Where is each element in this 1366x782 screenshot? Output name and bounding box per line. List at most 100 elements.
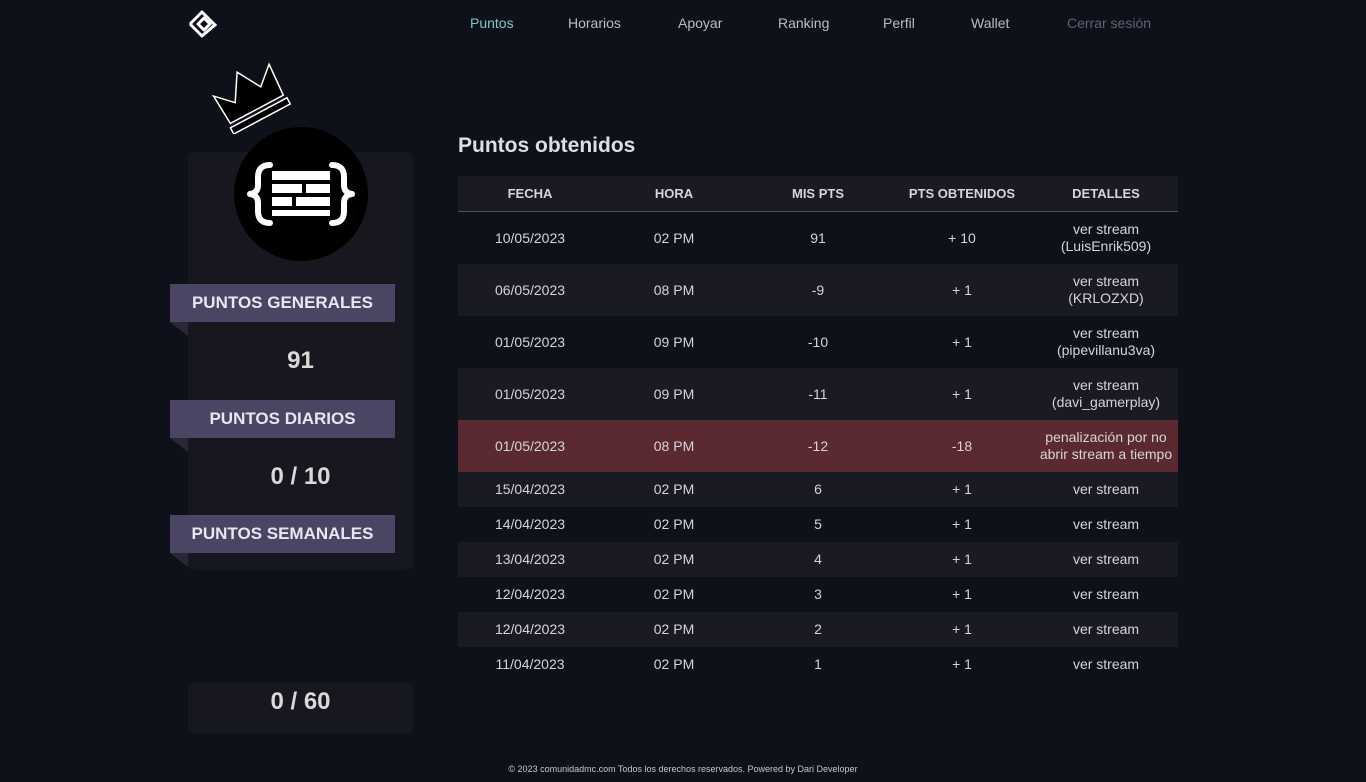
cell-fecha: 10/05/2023 [494, 229, 566, 246]
cell-detalles: ver stream [1034, 481, 1178, 498]
crown-icon [212, 62, 292, 134]
general-points-value: 91 [287, 347, 314, 374]
daily-points-label-text: PUNTOS DIARIOS [209, 409, 356, 428]
cell-mis-pts: 3 [814, 586, 822, 602]
cell-mis-pts: 5 [814, 516, 822, 532]
cell-detalles: ver stream [1034, 656, 1178, 673]
detalles-line: ver stream [1072, 621, 1140, 637]
table-row: 15/04/2023 02 PM 6 + 1 ver stream [458, 472, 1178, 507]
table-row: 01/05/2023 09 PM -11 + 1 ver stream (davi_gam… [458, 368, 1178, 420]
detalles-line: (KRLOZXD) [1068, 290, 1144, 306]
cell-pts-obtenidos: + 10 [948, 229, 976, 246]
cell-mis-pts: -12 [807, 437, 829, 454]
detalles-line: abrir stream a tiempo [1039, 446, 1173, 462]
nav-ranking-link[interactable]: Ranking [778, 15, 829, 31]
daily-points-label: PUNTOS DIARIOS [170, 400, 395, 452]
cell-mis-pts: -10 [807, 333, 829, 350]
cell-hora: 09 PM [653, 333, 695, 350]
header-fecha: FECHA [507, 186, 553, 201]
cell-detalles: ver stream [1034, 621, 1178, 638]
table-row: 10/05/2023 02 PM 91 + 10 ver stream (LuisEnri… [458, 212, 1178, 264]
cell-mis-pts: 4 [814, 551, 822, 567]
cell-hora: 02 PM [653, 586, 695, 602]
cell-mis-pts: 2 [814, 621, 822, 637]
table-body: 10/05/2023 02 PM 91 + 10 ver stream (LuisEnri… [458, 212, 1178, 682]
nav-horarios-link[interactable]: Horarios [568, 15, 621, 31]
cell-detalles: ver stream (pipevillanu3va) [1034, 325, 1178, 359]
cell-mis-pts: 91 [810, 229, 826, 246]
cell-pts-obtenidos: + 1 [952, 281, 972, 298]
nav-apoyar-link[interactable]: Apoyar [678, 15, 722, 31]
detalles-line: ver stream [1072, 221, 1140, 237]
detalles-line: ver stream [1072, 273, 1140, 289]
cell-hora: 08 PM [653, 281, 695, 298]
detalles-line: ver stream [1072, 377, 1140, 393]
cell-pts-obtenidos: + 1 [952, 621, 972, 637]
cell-detalles: ver stream (LuisEnrik509) [1034, 221, 1178, 255]
cell-mis-pts: 6 [814, 481, 822, 497]
cell-detalles: ver stream (davi_gamerplay) [1034, 377, 1178, 411]
cell-pts-obtenidos: + 1 [952, 481, 972, 497]
table-row: 12/04/2023 02 PM 2 + 1 ver stream [458, 612, 1178, 647]
ribbon-fold [170, 553, 188, 567]
detalles-line: (LuisEnrik509) [1060, 238, 1152, 254]
cell-fecha: 15/04/2023 [494, 481, 566, 497]
table-header: FECHA HORA MIS PTS PTS OBTENIDOS DETALLE… [458, 176, 1178, 212]
cell-detalles: ver stream [1034, 586, 1178, 603]
weekly-points-label: PUNTOS SEMANALES [170, 515, 395, 567]
detalles-line: ver stream [1072, 325, 1140, 341]
table-row: 06/05/2023 08 PM -9 + 1 ver stream (KRLOZXD) [458, 264, 1178, 316]
cell-fecha: 01/05/2023 [494, 333, 566, 350]
cell-hora: 02 PM [653, 481, 695, 497]
weekly-points-label-text: PUNTOS SEMANALES [191, 524, 374, 543]
cell-hora: 02 PM [653, 656, 695, 672]
cell-fecha: 12/04/2023 [494, 621, 566, 637]
cell-fecha: 01/05/2023 [494, 437, 566, 454]
cell-hora: 02 PM [653, 229, 695, 246]
detalles-line: (davi_gamerplay) [1051, 394, 1161, 410]
cell-pts-obtenidos: + 1 [952, 586, 972, 602]
main-nav: Puntos Horarios Apoyar Ranking Perfil Wa… [0, 15, 1366, 35]
detalles-line: ver stream [1072, 586, 1140, 602]
cell-hora: 08 PM [653, 437, 695, 454]
cell-detalles: ver stream [1034, 516, 1178, 533]
cell-fecha: 14/04/2023 [494, 516, 566, 532]
general-points-label: PUNTOS GENERALES [170, 284, 395, 336]
nav-wallet-link[interactable]: Wallet [971, 15, 1009, 31]
cell-mis-pts: 1 [814, 656, 822, 672]
cell-mis-pts: -9 [811, 281, 825, 298]
cell-fecha: 12/04/2023 [494, 586, 566, 602]
cell-pts-obtenidos: + 1 [952, 551, 972, 567]
header-detalles: DETALLES [1072, 186, 1140, 201]
cell-hora: 02 PM [653, 516, 695, 532]
footer: © 2023 comunidadmc.com Todos los derecho… [508, 764, 858, 774]
table-row: 13/04/2023 02 PM 4 + 1 ver stream [458, 542, 1178, 577]
cell-hora: 09 PM [653, 385, 695, 402]
cell-hora: 02 PM [653, 621, 695, 637]
detalles-line: (pipevillanu3va) [1056, 342, 1156, 358]
nav-logout-link[interactable]: Cerrar sesión [1067, 15, 1151, 31]
detalles-line: ver stream [1072, 551, 1140, 567]
nav-puntos-link[interactable]: Puntos [470, 15, 514, 31]
cell-detalles: ver stream (KRLOZXD) [1034, 273, 1178, 307]
page-title: Puntos obtenidos [458, 134, 636, 157]
cell-detalles: penalización por no abrir stream a tiempo [1034, 429, 1178, 463]
points-table: FECHA HORA MIS PTS PTS OBTENIDOS DETALLE… [458, 176, 1178, 682]
weekly-points-value: 0 / 60 [270, 688, 331, 715]
cell-fecha: 11/04/2023 [495, 656, 565, 672]
cell-fecha: 01/05/2023 [494, 385, 566, 402]
cell-fecha: 13/04/2023 [494, 551, 566, 567]
cell-pts-obtenidos: -18 [951, 437, 973, 454]
detalles-line: ver stream [1072, 516, 1140, 532]
cell-fecha: 06/05/2023 [494, 281, 566, 298]
nav-perfil-link[interactable]: Perfil [883, 15, 915, 31]
ribbon-fold [170, 322, 188, 336]
header-hora: HORA [654, 186, 694, 201]
cell-pts-obtenidos: + 1 [952, 516, 972, 532]
ribbon-fold [170, 438, 188, 452]
cell-mis-pts: -11 [808, 385, 828, 402]
table-row: 14/04/2023 02 PM 5 + 1 ver stream [458, 507, 1178, 542]
code-brackets-icon [247, 162, 355, 226]
general-points-label-text: PUNTOS GENERALES [191, 293, 374, 312]
detalles-line: ver stream [1072, 656, 1140, 672]
